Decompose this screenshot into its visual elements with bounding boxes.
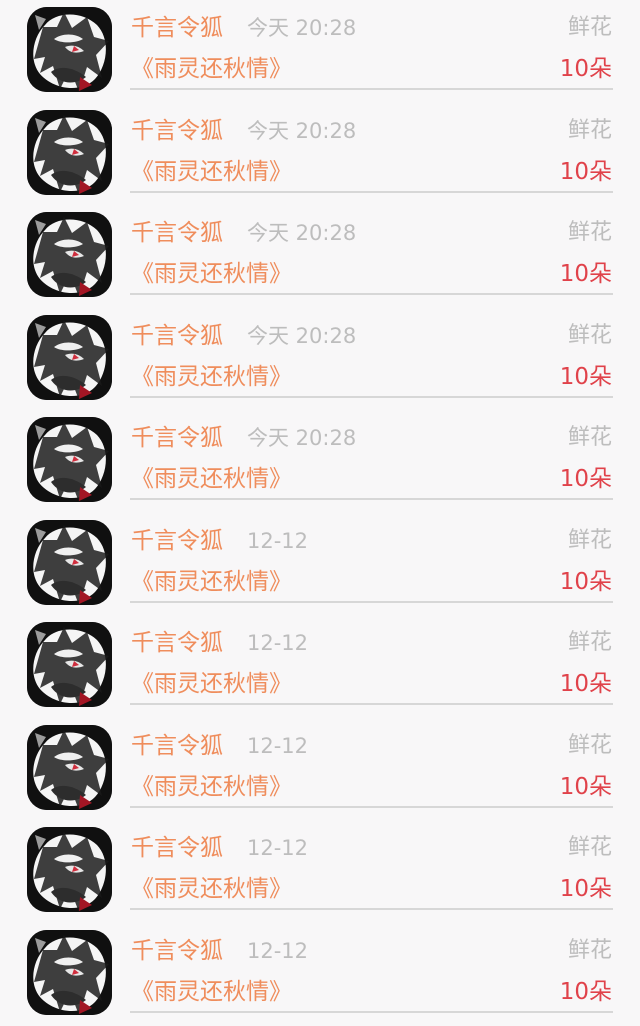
gift-type: 鲜花	[567, 425, 612, 450]
book-title[interactable]: 《雨灵还秋情》	[131, 258, 292, 290]
timestamp: 今天 20:28	[247, 119, 357, 143]
timestamp: 12-12	[247, 939, 309, 963]
list-item[interactable]: 千言令狐 今天 20:28 鲜花 《雨灵还秋情》 10朵	[0, 0, 640, 103]
avatar[interactable]	[27, 520, 112, 605]
divider	[130, 88, 613, 90]
list-item[interactable]: 千言令狐 今天 20:28 鲜花 《雨灵还秋情》 10朵	[0, 103, 640, 206]
list-item[interactable]: 千言令狐 今天 20:28 鲜花 《雨灵还秋情》 10朵	[0, 308, 640, 411]
book-title[interactable]: 《雨灵还秋情》	[131, 668, 292, 700]
avatar-image	[27, 212, 112, 297]
avatar-image	[27, 725, 112, 810]
timestamp: 今天 20:28	[247, 426, 357, 450]
avatar-image	[27, 315, 112, 400]
gift-type: 鲜花	[567, 220, 612, 245]
divider	[130, 1011, 613, 1013]
username[interactable]: 千言令狐	[131, 116, 223, 146]
list-item[interactable]: 千言令狐 12-12 鲜花 《雨灵还秋情》 10朵	[0, 923, 640, 1026]
avatar-image	[27, 417, 112, 502]
divider	[130, 498, 613, 500]
username[interactable]: 千言令狐	[131, 423, 223, 453]
username[interactable]: 千言令狐	[131, 218, 223, 248]
gift-type: 鲜花	[567, 15, 612, 40]
avatar[interactable]	[27, 315, 112, 400]
username[interactable]: 千言令狐	[131, 936, 223, 966]
book-title[interactable]: 《雨灵还秋情》	[131, 976, 292, 1008]
divider	[130, 191, 613, 193]
timestamp: 今天 20:28	[247, 324, 357, 348]
avatar[interactable]	[27, 110, 112, 195]
avatar-image	[27, 827, 112, 912]
gift-amount: 10朵	[559, 56, 612, 82]
avatar[interactable]	[27, 212, 112, 297]
avatar[interactable]	[27, 417, 112, 502]
gift-amount: 10朵	[559, 979, 612, 1005]
book-title[interactable]: 《雨灵还秋情》	[131, 361, 292, 393]
gift-amount: 10朵	[559, 569, 612, 595]
list-item[interactable]: 千言令狐 今天 20:28 鲜花 《雨灵还秋情》 10朵	[0, 205, 640, 308]
book-title[interactable]: 《雨灵还秋情》	[131, 53, 292, 85]
gift-amount: 10朵	[559, 671, 612, 697]
avatar[interactable]	[27, 622, 112, 707]
avatar-image	[27, 930, 112, 1015]
book-title[interactable]: 《雨灵还秋情》	[131, 463, 292, 495]
gift-type: 鲜花	[567, 835, 612, 860]
list-item[interactable]: 千言令狐 今天 20:28 鲜花 《雨灵还秋情》 10朵	[0, 410, 640, 513]
list-item[interactable]: 千言令狐 12-12 鲜花 《雨灵还秋情》 10朵	[0, 718, 640, 821]
avatar[interactable]	[27, 827, 112, 912]
timestamp: 今天 20:28	[247, 16, 357, 40]
divider	[130, 806, 613, 808]
book-title[interactable]: 《雨灵还秋情》	[131, 156, 292, 188]
divider	[130, 601, 613, 603]
divider	[130, 703, 613, 705]
gift-type: 鲜花	[567, 528, 612, 553]
username[interactable]: 千言令狐	[131, 526, 223, 556]
gift-type: 鲜花	[567, 630, 612, 655]
avatar-image	[27, 110, 112, 195]
gift-type: 鲜花	[567, 118, 612, 143]
list-item[interactable]: 千言令狐 12-12 鲜花 《雨灵还秋情》 10朵	[0, 513, 640, 616]
gift-amount: 10朵	[559, 876, 612, 902]
username[interactable]: 千言令狐	[131, 731, 223, 761]
gift-amount: 10朵	[559, 466, 612, 492]
timestamp: 12-12	[247, 836, 309, 860]
avatar[interactable]	[27, 725, 112, 810]
timestamp: 12-12	[247, 529, 309, 553]
timestamp: 今天 20:28	[247, 221, 357, 245]
book-title[interactable]: 《雨灵还秋情》	[131, 873, 292, 905]
divider	[130, 396, 613, 398]
gift-amount: 10朵	[559, 364, 612, 390]
gift-record-list: 千言令狐 今天 20:28 鲜花 《雨灵还秋情》 10朵 千言令狐 今天 20:…	[0, 0, 640, 1015]
book-title[interactable]: 《雨灵还秋情》	[131, 566, 292, 598]
gift-amount: 10朵	[559, 774, 612, 800]
username[interactable]: 千言令狐	[131, 321, 223, 351]
gift-type: 鲜花	[567, 323, 612, 348]
book-title[interactable]: 《雨灵还秋情》	[131, 771, 292, 803]
avatar-image	[27, 7, 112, 92]
gift-amount: 10朵	[559, 159, 612, 185]
timestamp: 12-12	[247, 734, 309, 758]
username[interactable]: 千言令狐	[131, 833, 223, 863]
divider	[130, 908, 613, 910]
divider	[130, 293, 613, 295]
list-item[interactable]: 千言令狐 12-12 鲜花 《雨灵还秋情》 10朵	[0, 615, 640, 718]
gift-type: 鲜花	[567, 938, 612, 963]
list-item[interactable]: 千言令狐 12-12 鲜花 《雨灵还秋情》 10朵	[0, 820, 640, 923]
avatar[interactable]	[27, 930, 112, 1015]
avatar[interactable]	[27, 7, 112, 92]
avatar-image	[27, 520, 112, 605]
gift-amount: 10朵	[559, 261, 612, 287]
timestamp: 12-12	[247, 631, 309, 655]
gift-type: 鲜花	[567, 733, 612, 758]
avatar-image	[27, 622, 112, 707]
username[interactable]: 千言令狐	[131, 13, 223, 43]
username[interactable]: 千言令狐	[131, 628, 223, 658]
